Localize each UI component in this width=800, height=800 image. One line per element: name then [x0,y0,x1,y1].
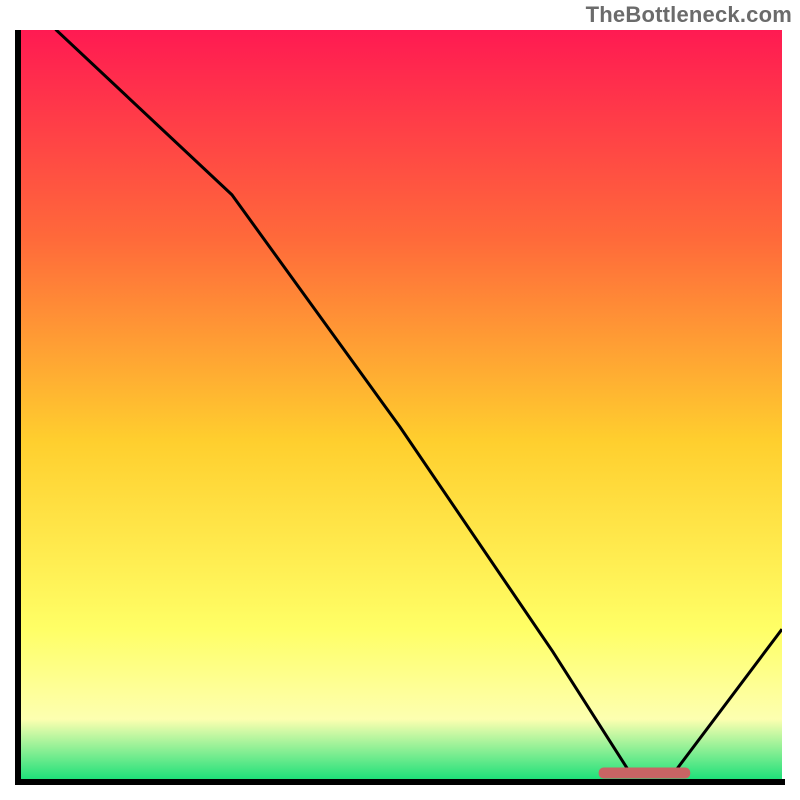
chart-stage: TheBottleneck.com [0,0,800,800]
optimal-range-marker [599,768,691,779]
plot-frame [15,30,785,785]
plot-background [18,30,782,779]
chart-svg [15,30,785,785]
watermark-label: TheBottleneck.com [586,2,792,28]
